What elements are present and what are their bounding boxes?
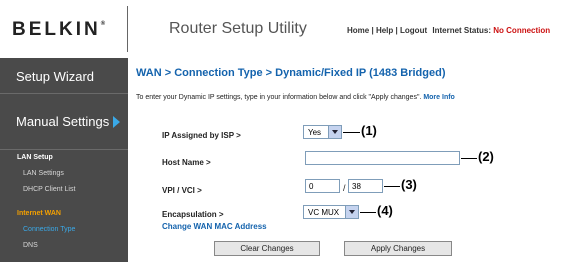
- ip-assigned-select[interactable]: Yes: [303, 125, 342, 139]
- manual-settings-label: Manual Settings: [16, 114, 110, 129]
- apply-changes-button[interactable]: Apply Changes: [344, 241, 452, 256]
- link-separator: |: [371, 26, 374, 35]
- intro-text: To enter your Dynamic IP settings, type …: [136, 93, 516, 102]
- change-wan-mac-link[interactable]: Change WAN MAC Address: [162, 222, 267, 231]
- clear-changes-button[interactable]: Clear Changes: [214, 241, 320, 256]
- encapsulation-label: Encapsulation >: [162, 210, 224, 219]
- host-name-label: Host Name >: [162, 158, 211, 167]
- callout-leader-4: [360, 212, 376, 213]
- home-link[interactable]: Home: [347, 26, 369, 35]
- chevron-down-icon[interactable]: [328, 126, 341, 138]
- setup-wizard-link[interactable]: Setup Wizard: [0, 58, 128, 94]
- chevron-down-icon[interactable]: [345, 206, 358, 218]
- chevron-right-icon: [113, 116, 120, 128]
- vci-input[interactable]: 38: [348, 179, 383, 193]
- sidebar-item-connection-type[interactable]: Connection Type: [23, 226, 75, 233]
- sidebar-item-lan-settings[interactable]: LAN Settings: [23, 170, 64, 177]
- callout-1: (1): [361, 123, 377, 138]
- intro-sentence: To enter your Dynamic IP settings, type …: [136, 94, 422, 101]
- setup-wizard-label: Setup Wizard: [16, 69, 95, 84]
- top-links: Home | Help | Logout Internet Status: No…: [347, 26, 550, 35]
- internet-status-value: No Connection: [493, 26, 551, 35]
- encapsulation-value: VC MUX: [308, 208, 340, 217]
- help-link[interactable]: Help: [376, 26, 393, 35]
- sidebar-section-internet-wan: Internet WAN: [17, 210, 61, 217]
- vpi-input[interactable]: 0: [305, 179, 340, 193]
- belkin-logo: BELKIN®: [12, 19, 106, 40]
- sidebar-item-dhcp-client-list[interactable]: DHCP Client List: [23, 186, 75, 193]
- header-divider: [127, 6, 128, 52]
- vpi-vci-label: VPI / VCI >: [162, 186, 202, 195]
- callout-leader-2: [461, 158, 477, 159]
- callout-3: (3): [401, 177, 417, 192]
- logout-link[interactable]: Logout: [400, 26, 427, 35]
- internet-status-label: Internet Status:: [432, 26, 492, 35]
- host-name-input[interactable]: [305, 151, 460, 165]
- link-separator: |: [395, 26, 398, 35]
- header: BELKIN® Router Setup Utility Home | Help…: [0, 0, 570, 58]
- ip-assigned-label: IP Assigned by ISP >: [162, 131, 241, 140]
- callout-leader-3: [384, 186, 400, 187]
- more-info-link[interactable]: More Info: [423, 94, 455, 101]
- callout-leader-1: [343, 132, 360, 133]
- sidebar-item-dns[interactable]: DNS: [23, 242, 38, 249]
- ip-assigned-value: Yes: [308, 128, 322, 137]
- encapsulation-select[interactable]: VC MUX: [303, 205, 359, 219]
- manual-settings-link[interactable]: Manual Settings: [0, 94, 128, 150]
- callout-2: (2): [478, 149, 494, 164]
- sidebar: Setup Wizard Manual Settings LAN Setup L…: [0, 58, 128, 262]
- app-title: Router Setup Utility: [169, 20, 307, 37]
- callout-4: (4): [377, 203, 393, 218]
- vpi-vci-separator: /: [343, 183, 346, 193]
- page-title: WAN > Connection Type > Dynamic/Fixed IP…: [136, 67, 446, 79]
- sidebar-section-lan-setup: LAN Setup: [17, 154, 53, 161]
